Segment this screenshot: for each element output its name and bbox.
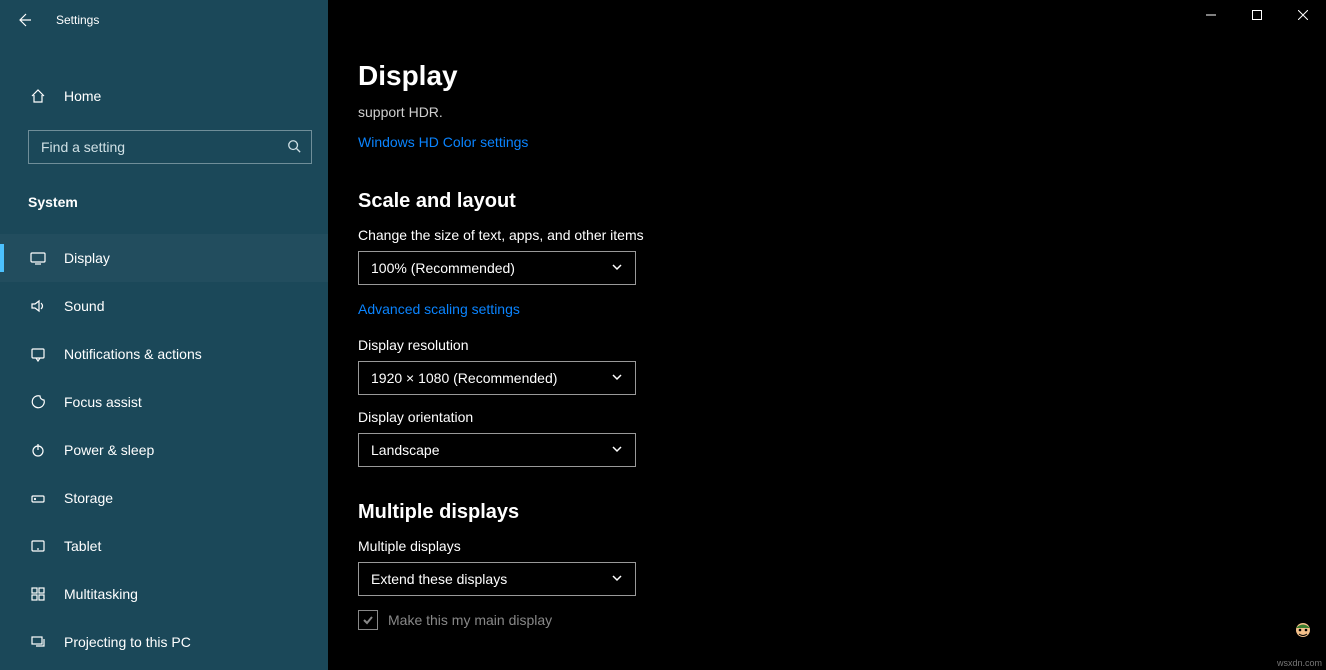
home-icon <box>28 88 48 104</box>
hd-color-settings-link[interactable]: Windows HD Color settings <box>358 134 528 150</box>
sidebar-item-projecting[interactable]: Projecting to this PC <box>0 618 328 666</box>
window-controls <box>1188 0 1326 30</box>
tablet-icon <box>28 538 48 554</box>
sidebar-item-label: Sound <box>64 298 104 314</box>
content-area: Display support HDR. Windows HD Color se… <box>328 0 1326 670</box>
orientation-label: Display orientation <box>358 409 1326 425</box>
display-icon <box>28 250 48 266</box>
maximize-button[interactable] <box>1234 0 1280 30</box>
multitasking-icon <box>28 586 48 602</box>
checkbox-icon <box>358 610 378 630</box>
sidebar-item-label: Projecting to this PC <box>64 634 191 650</box>
sidebar-item-label: Tablet <box>64 538 101 554</box>
focus-icon <box>28 394 48 410</box>
watermark-icon <box>1288 618 1318 648</box>
search-icon <box>287 139 301 156</box>
home-button[interactable]: Home <box>0 76 328 116</box>
sidebar-item-display[interactable]: Display <box>0 234 328 282</box>
power-icon <box>28 442 48 458</box>
home-label: Home <box>64 88 101 104</box>
resolution-label: Display resolution <box>358 337 1326 353</box>
sidebar-item-label: Power & sleep <box>64 442 154 458</box>
sidebar-item-notifications[interactable]: Notifications & actions <box>0 330 328 378</box>
resolution-select[interactable]: 1920 × 1080 (Recommended) <box>358 361 636 395</box>
multiple-displays-heading: Multiple displays <box>358 501 1326 524</box>
multiple-displays-value: Extend these displays <box>371 571 507 587</box>
multiple-displays-label: Multiple displays <box>358 538 1326 554</box>
category-label: System <box>28 194 328 210</box>
chevron-down-icon <box>611 370 623 386</box>
chevron-down-icon <box>611 260 623 276</box>
sidebar-item-multitasking[interactable]: Multitasking <box>0 570 328 618</box>
sidebar: Settings Home System Display <box>0 0 328 670</box>
arrow-left-icon <box>16 12 32 28</box>
minimize-button[interactable] <box>1188 0 1234 30</box>
main-display-checkbox: Make this my main display <box>358 610 1326 630</box>
projecting-icon <box>28 634 48 650</box>
main-display-checkbox-label: Make this my main display <box>388 612 552 628</box>
scale-layout-heading: Scale and layout <box>358 190 1326 213</box>
minimize-icon <box>1206 10 1216 20</box>
orientation-value: Landscape <box>371 442 440 458</box>
sidebar-item-storage[interactable]: Storage <box>0 474 328 522</box>
scale-value: 100% (Recommended) <box>371 260 515 276</box>
sidebar-item-power[interactable]: Power & sleep <box>0 426 328 474</box>
watermark-text: wsxdn.com <box>1277 658 1322 668</box>
nav-list: Display Sound Notifications & actions Fo… <box>0 234 328 666</box>
search-field[interactable] <box>39 138 287 156</box>
storage-icon <box>28 490 48 506</box>
scale-label: Change the size of text, apps, and other… <box>358 227 1326 243</box>
sidebar-item-label: Notifications & actions <box>64 346 202 362</box>
close-icon <box>1298 10 1308 20</box>
sidebar-item-focus[interactable]: Focus assist <box>0 378 328 426</box>
chevron-down-icon <box>611 571 623 587</box>
close-button[interactable] <box>1280 0 1326 30</box>
sidebar-item-tablet[interactable]: Tablet <box>0 522 328 570</box>
orientation-select[interactable]: Landscape <box>358 433 636 467</box>
sidebar-item-label: Focus assist <box>64 394 142 410</box>
sidebar-item-label: Display <box>64 250 110 266</box>
hdr-description-fragment: support HDR. <box>358 102 1326 122</box>
resolution-value: 1920 × 1080 (Recommended) <box>371 370 557 386</box>
back-button[interactable] <box>0 0 48 40</box>
sidebar-item-label: Storage <box>64 490 113 506</box>
advanced-scaling-link[interactable]: Advanced scaling settings <box>358 301 520 317</box>
page-title: Display <box>358 60 1326 92</box>
app-title: Settings <box>56 13 99 27</box>
scale-select[interactable]: 100% (Recommended) <box>358 251 636 285</box>
maximize-icon <box>1252 10 1262 20</box>
search-input[interactable] <box>28 130 312 164</box>
sidebar-item-label: Multitasking <box>64 586 138 602</box>
multiple-displays-select[interactable]: Extend these displays <box>358 562 636 596</box>
sound-icon <box>28 298 48 314</box>
chevron-down-icon <box>611 442 623 458</box>
sidebar-item-sound[interactable]: Sound <box>0 282 328 330</box>
notifications-icon <box>28 346 48 362</box>
